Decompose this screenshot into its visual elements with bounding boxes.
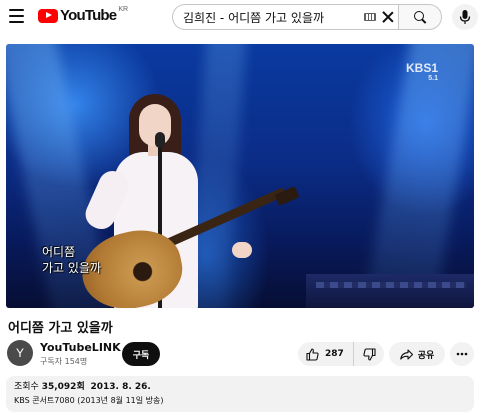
search-icon [414,11,426,23]
channel-name[interactable]: YouTubeLINK [40,341,121,354]
top-bar: YouTube KR [0,0,480,34]
upload-date: 2013. 8. 26. [90,382,151,392]
subtitle-line: 가고 있을까 [42,261,102,275]
search-bar [172,4,442,30]
dislike-button[interactable] [354,342,384,366]
share-label: 공유 [417,350,435,361]
logo-text: YouTube [60,7,117,24]
youtube-logo-icon [38,8,58,23]
search-box [172,4,398,30]
broadcaster-watermark: KBS1 5.1 [406,62,438,82]
stage-equipment [306,274,474,308]
search-button[interactable] [398,4,442,30]
microphone [155,132,165,148]
more-actions-button[interactable] [450,342,474,366]
like-dislike-group: 287 [298,342,384,366]
view-count: 35,092회 [41,382,85,392]
video-title: 어디쯤 가고 있을까 [8,321,113,336]
microphone-icon [459,10,471,24]
subscriber-count: 구독자 154명 [40,357,88,366]
like-count: 287 [325,349,344,359]
description-meta: 조회수 35,092회 2013. 8. 26. [14,381,466,393]
singer-hand [232,242,252,258]
description-box[interactable]: 조회수 35,092회 2013. 8. 26. KBS 콘서트7080 (20… [6,376,474,412]
thumbs-down-icon [362,347,376,361]
share-button[interactable]: 공유 [389,342,445,366]
like-button[interactable]: 287 [298,342,354,366]
broadcaster-audio: 5.1 [428,75,438,82]
video-player[interactable]: KBS1 5.1 어디쯤 가고 있을까 [6,44,474,308]
views-label: 조회수 [14,382,39,392]
more-icon [456,352,468,356]
share-icon [399,348,413,360]
youtube-logo[interactable]: YouTube KR [38,6,129,24]
subtitle-line: 어디쯤 [42,245,76,259]
channel-avatar[interactable]: Y [7,340,33,366]
keyboard-icon[interactable] [364,13,376,21]
subscribe-button[interactable]: 구독 [122,342,160,366]
stage-light [358,44,474,308]
video-subtitle: 어디쯤 가고 있을까 [42,244,101,276]
logo-region: KR [118,6,129,13]
search-input[interactable] [183,10,333,24]
voice-search-button[interactable] [452,4,478,30]
menu-icon[interactable] [6,6,26,26]
description-text: KBS 콘서트7080 (2013년 8월 11일 방송) [14,396,164,405]
broadcaster-name: KBS1 [405,61,438,75]
thumbs-up-icon [306,347,319,361]
clear-icon[interactable] [382,11,394,23]
